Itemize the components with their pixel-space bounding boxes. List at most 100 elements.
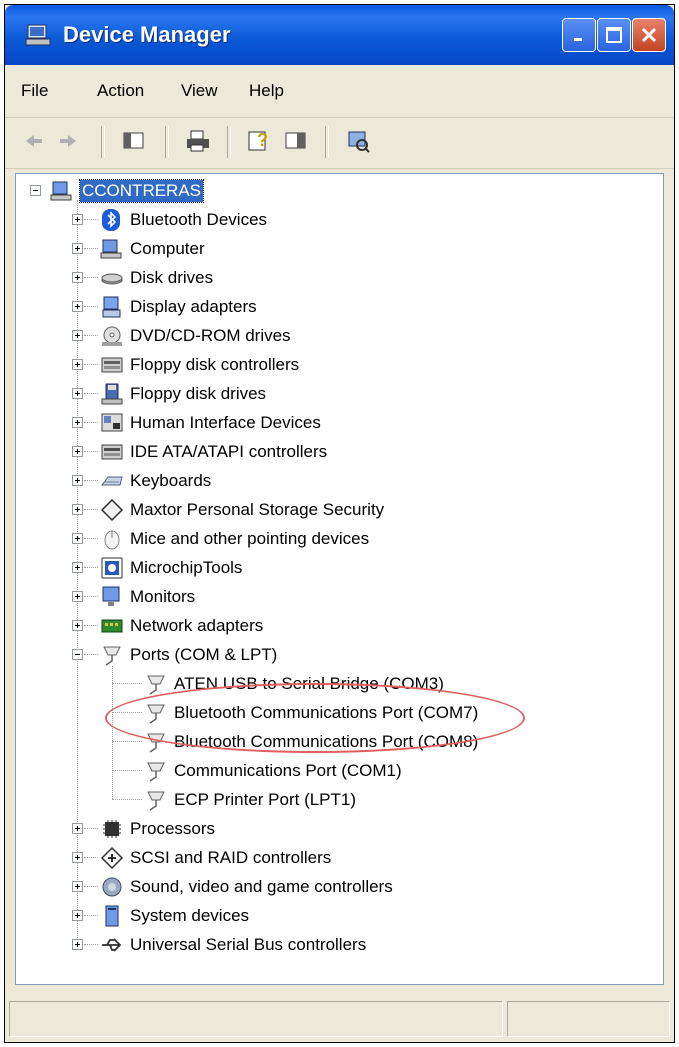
- expand-toggle[interactable]: [72, 562, 83, 573]
- tree-connector: [84, 335, 98, 336]
- expand-toggle[interactable]: [72, 591, 83, 602]
- menu-action[interactable]: Action: [97, 81, 144, 101]
- tree-connector: [84, 654, 98, 655]
- collapse-toggle[interactable]: [30, 185, 41, 196]
- collapse-toggle[interactable]: [72, 649, 83, 660]
- tree-category[interactable]: IDE ATA/ATAPI controllers: [100, 437, 327, 466]
- tree-connector: [84, 480, 98, 481]
- expand-toggle[interactable]: [72, 446, 83, 457]
- expand-toggle[interactable]: [72, 620, 83, 631]
- port-item[interactable]: Bluetooth Communications Port (COM7): [144, 698, 478, 727]
- action-pane-button[interactable]: [281, 126, 311, 156]
- tree-connector: [84, 625, 98, 626]
- tree-category[interactable]: System devices: [100, 901, 249, 930]
- tree-category-label: Monitors: [130, 586, 196, 606]
- title-bar[interactable]: Device Manager: [5, 5, 674, 65]
- tree-category[interactable]: Network adapters: [100, 611, 263, 640]
- port-icon: [103, 646, 121, 666]
- port-item[interactable]: ATEN USB to Serial Bridge (COM3): [144, 669, 444, 698]
- tree-connector: [84, 509, 98, 510]
- toolbar: ?: [5, 118, 674, 169]
- properties-pane-button[interactable]: [119, 126, 149, 156]
- expand-toggle[interactable]: [72, 272, 83, 283]
- tree-connector: [112, 770, 142, 771]
- tree-connector: [84, 886, 98, 887]
- expand-toggle[interactable]: [72, 417, 83, 428]
- tree-category[interactable]: Monitors: [100, 582, 195, 611]
- tree-connector: [84, 596, 98, 597]
- expand-toggle[interactable]: [72, 504, 83, 515]
- tree-connector: [84, 944, 98, 945]
- diamond-icon: [100, 498, 124, 521]
- expand-toggle[interactable]: [72, 881, 83, 892]
- port-item[interactable]: ECP Printer Port (LPT1): [144, 785, 356, 814]
- minimize-button[interactable]: [562, 18, 596, 52]
- port-item[interactable]: Communications Port (COM1): [144, 756, 402, 785]
- tree-connector: [84, 567, 98, 568]
- display-adapter-icon: [102, 296, 121, 317]
- status-section-right: [507, 1001, 670, 1037]
- back-button[interactable]: [19, 126, 49, 156]
- tree-category[interactable]: Keyboards: [100, 466, 211, 495]
- scan-hardware-button[interactable]: [343, 126, 373, 156]
- expand-toggle[interactable]: [72, 388, 83, 399]
- expand-toggle[interactable]: [72, 243, 83, 254]
- tree-category-label: MicrochipTools: [130, 557, 243, 577]
- forward-button[interactable]: [53, 126, 83, 156]
- expand-toggle[interactable]: [72, 533, 83, 544]
- expand-toggle[interactable]: [72, 301, 83, 312]
- menu-file[interactable]: File: [21, 81, 48, 101]
- port-item[interactable]: Bluetooth Communications Port (COM8): [144, 727, 478, 756]
- tree-root-computer[interactable]: CCONTRERAS: [50, 176, 205, 205]
- monitor-icon: [102, 586, 120, 606]
- device-tree[interactable]: CCONTRERAS Bluetooth Devices Computer Disk …: [15, 173, 664, 985]
- tree-category[interactable]: Maxtor Personal Storage Security: [100, 495, 384, 524]
- tree-category[interactable]: DVD/CD-ROM drives: [100, 321, 291, 350]
- tree-category[interactable]: Mice and other pointing devices: [100, 524, 369, 553]
- expand-toggle[interactable]: [72, 330, 83, 341]
- tree-category[interactable]: Floppy disk controllers: [100, 350, 299, 379]
- tree-category[interactable]: Human Interface Devices: [100, 408, 321, 437]
- computer-icon: [100, 239, 122, 258]
- tree-category[interactable]: MicrochipTools: [100, 553, 242, 582]
- port-item-label: Bluetooth Communications Port (COM8): [174, 731, 479, 751]
- minimize-icon: [574, 38, 582, 41]
- expand-toggle[interactable]: [72, 214, 83, 225]
- port-icon: [147, 733, 165, 753]
- tree-connector: [84, 364, 98, 365]
- menu-view[interactable]: View: [181, 81, 218, 101]
- tree-category[interactable]: Bluetooth Devices: [100, 205, 267, 234]
- maximize-button[interactable]: [597, 18, 631, 52]
- help-button[interactable]: ?: [245, 126, 275, 156]
- close-button[interactable]: [632, 18, 666, 52]
- processor-icon: [103, 819, 121, 838]
- tree-category-label: Processors: [130, 818, 216, 838]
- action-pane-icon: [285, 132, 306, 149]
- ide-controller-icon: [101, 444, 123, 459]
- expand-toggle[interactable]: [72, 939, 83, 950]
- tree-category-label: SCSI and RAID controllers: [130, 847, 332, 867]
- usb-icon: [102, 937, 122, 952]
- tree-category[interactable]: Display adapters: [100, 292, 257, 321]
- port-item-label: Bluetooth Communications Port (COM7): [174, 702, 479, 722]
- computer-icon: [50, 181, 72, 200]
- expand-toggle[interactable]: [72, 823, 83, 834]
- properties-pane-icon: [123, 132, 144, 149]
- tree-category[interactable]: Processors: [100, 814, 215, 843]
- expand-toggle[interactable]: [72, 475, 83, 486]
- tree-category[interactable]: Sound, video and game controllers: [100, 872, 393, 901]
- tree-category[interactable]: SCSI and RAID controllers: [100, 843, 331, 872]
- tree-category[interactable]: Ports (COM & LPT): [100, 640, 277, 669]
- tree-category[interactable]: Computer: [100, 234, 205, 263]
- expand-toggle[interactable]: [72, 359, 83, 370]
- menu-help[interactable]: Help: [249, 81, 284, 101]
- tree-category[interactable]: Floppy disk drives: [100, 379, 266, 408]
- close-icon: [641, 27, 657, 43]
- expand-toggle[interactable]: [72, 852, 83, 863]
- tree-connector: [112, 712, 142, 713]
- maximize-icon: [606, 27, 622, 43]
- tree-category[interactable]: Disk drives: [100, 263, 213, 292]
- print-button[interactable]: [183, 126, 213, 156]
- expand-toggle[interactable]: [72, 910, 83, 921]
- tree-category[interactable]: Universal Serial Bus controllers: [100, 930, 366, 959]
